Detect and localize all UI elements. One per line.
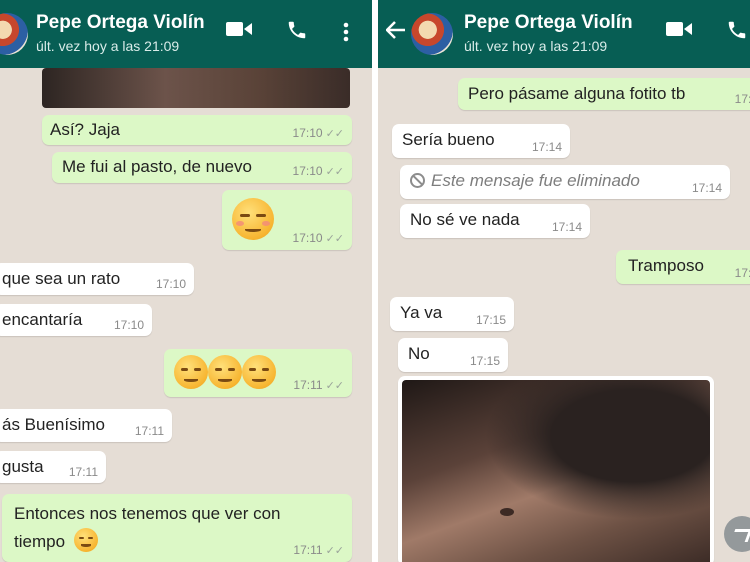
message-bubble-incoming[interactable]: ás Buenísimo 17:11 bbox=[0, 409, 172, 442]
message-time: 17:15 bbox=[475, 313, 506, 327]
back-arrow-icon[interactable] bbox=[385, 18, 406, 46]
call-icon[interactable] bbox=[286, 19, 308, 46]
message-text: tiempo bbox=[14, 532, 66, 551]
video-icon[interactable] bbox=[226, 20, 252, 43]
chat-panel-left: Pepe Ortega Violín últ. vez hoy a las 21… bbox=[0, 0, 372, 562]
message-bubble-incoming[interactable]: gusta 17:11 bbox=[0, 451, 106, 483]
message-text: Ya va bbox=[400, 303, 443, 322]
message-text: Entonces nos tenemos que ver con bbox=[14, 504, 281, 523]
chat-panel-right: Pepe Ortega Violín últ. vez hoy a las 21… bbox=[378, 0, 750, 562]
message-text: Sería bueno bbox=[402, 130, 495, 149]
message-time: 17:1 bbox=[734, 92, 750, 106]
message-bubble-outgoing[interactable]: Tramposo 17:1 bbox=[616, 250, 750, 284]
message-text: No bbox=[408, 344, 430, 363]
message-text: Tramposo bbox=[628, 256, 704, 275]
last-seen-status: últ. vez hoy a las 21:09 bbox=[36, 38, 180, 54]
read-ticks-icon: ✓✓ bbox=[325, 545, 344, 557]
read-ticks-icon: ✓✓ bbox=[325, 233, 344, 245]
message-bubble-incoming[interactable]: Sería bueno 17:14 bbox=[392, 124, 570, 158]
last-seen-status: últ. vez hoy a las 21:09 bbox=[464, 38, 608, 54]
message-bubble-outgoing[interactable]: Entonces nos tenemos que ver con tiempo … bbox=[2, 494, 352, 562]
message-time: 17:11 bbox=[293, 543, 323, 557]
contact-name[interactable]: Pepe Ortega Violín bbox=[36, 12, 205, 34]
message-bubble-incoming[interactable]: que sea un rato 17:10 bbox=[0, 263, 194, 295]
contact-avatar[interactable] bbox=[411, 13, 453, 55]
message-text: Así? Jaja bbox=[50, 120, 120, 139]
message-time: 17:14 bbox=[551, 220, 582, 234]
blush-smile-emoji bbox=[232, 198, 274, 240]
message-bubble-incoming[interactable]: Este mensaje fue eliminado 17:14 bbox=[400, 165, 730, 199]
message-time: 17:14 bbox=[691, 181, 722, 195]
message-bubble-outgoing[interactable]: Así? Jaja 17:10 ✓✓ bbox=[42, 115, 352, 145]
message-time: 17:10 bbox=[113, 318, 144, 332]
message-text: Pero pásame alguna fotito tb bbox=[468, 84, 686, 103]
message-time: 17:10 bbox=[292, 126, 323, 140]
more-icon[interactable] bbox=[343, 22, 349, 47]
message-bubble-incoming[interactable]: No 17:15 bbox=[398, 338, 508, 372]
message-text: ás Buenísimo bbox=[2, 415, 105, 434]
message-bubble-outgoing[interactable]: Me fui al pasto, de nuevo 17:10 ✓✓ bbox=[52, 152, 352, 183]
deleted-message-text: Este mensaje fue eliminado bbox=[431, 171, 640, 190]
message-bubble-outgoing[interactable]: 17:11 ✓✓ bbox=[164, 349, 352, 397]
photo-message[interactable] bbox=[42, 68, 350, 108]
video-icon[interactable] bbox=[666, 20, 692, 43]
read-ticks-icon: ✓✓ bbox=[325, 128, 344, 140]
message-time: 17:11 bbox=[68, 465, 98, 479]
message-bubble-incoming[interactable]: encantaría 17:10 bbox=[0, 304, 152, 336]
photo-message-bubble[interactable] bbox=[398, 376, 714, 562]
photo-message[interactable] bbox=[402, 380, 710, 562]
call-icon[interactable] bbox=[726, 19, 748, 46]
contact-name[interactable]: Pepe Ortega Violín bbox=[464, 12, 633, 34]
smirk-emoji bbox=[174, 355, 208, 389]
message-bubble-incoming[interactable]: No sé ve nada 17:14 bbox=[400, 204, 590, 238]
message-time: 17:10 bbox=[292, 231, 323, 245]
chat-header: Pepe Ortega Violín últ. vez hoy a las 21… bbox=[378, 0, 750, 68]
message-bubble-outgoing[interactable]: 17:10 ✓✓ bbox=[222, 190, 352, 250]
message-text: Me fui al pasto, de nuevo bbox=[62, 157, 252, 176]
smirk-emoji bbox=[208, 355, 242, 389]
message-time: 17:15 bbox=[469, 354, 500, 368]
read-ticks-icon: ✓✓ bbox=[325, 166, 344, 178]
message-bubble-outgoing[interactable]: Pero pásame alguna fotito tb 17:1 bbox=[458, 78, 750, 110]
message-text: encantaría bbox=[2, 310, 83, 329]
message-text: que sea un rato bbox=[2, 269, 121, 288]
message-time: 17:1 bbox=[734, 266, 750, 280]
message-time: 17:14 bbox=[531, 140, 562, 154]
message-time: 17:11 bbox=[293, 378, 323, 392]
message-time: 17:11 bbox=[134, 424, 164, 438]
scroll-to-bottom-button[interactable] bbox=[724, 516, 750, 552]
smirk-emoji bbox=[242, 355, 276, 389]
deleted-message-icon bbox=[410, 173, 425, 188]
message-time: 17:10 bbox=[155, 277, 186, 291]
message-text: No sé ve nada bbox=[410, 210, 520, 229]
read-ticks-icon: ✓✓ bbox=[325, 380, 344, 392]
relieved-emoji bbox=[73, 528, 98, 552]
message-text: gusta bbox=[2, 457, 44, 476]
message-time: 17:10 bbox=[292, 164, 323, 178]
message-bubble-incoming[interactable]: Ya va 17:15 bbox=[390, 297, 514, 331]
contact-avatar[interactable] bbox=[0, 13, 28, 55]
chat-header: Pepe Ortega Violín últ. vez hoy a las 21… bbox=[0, 0, 372, 68]
